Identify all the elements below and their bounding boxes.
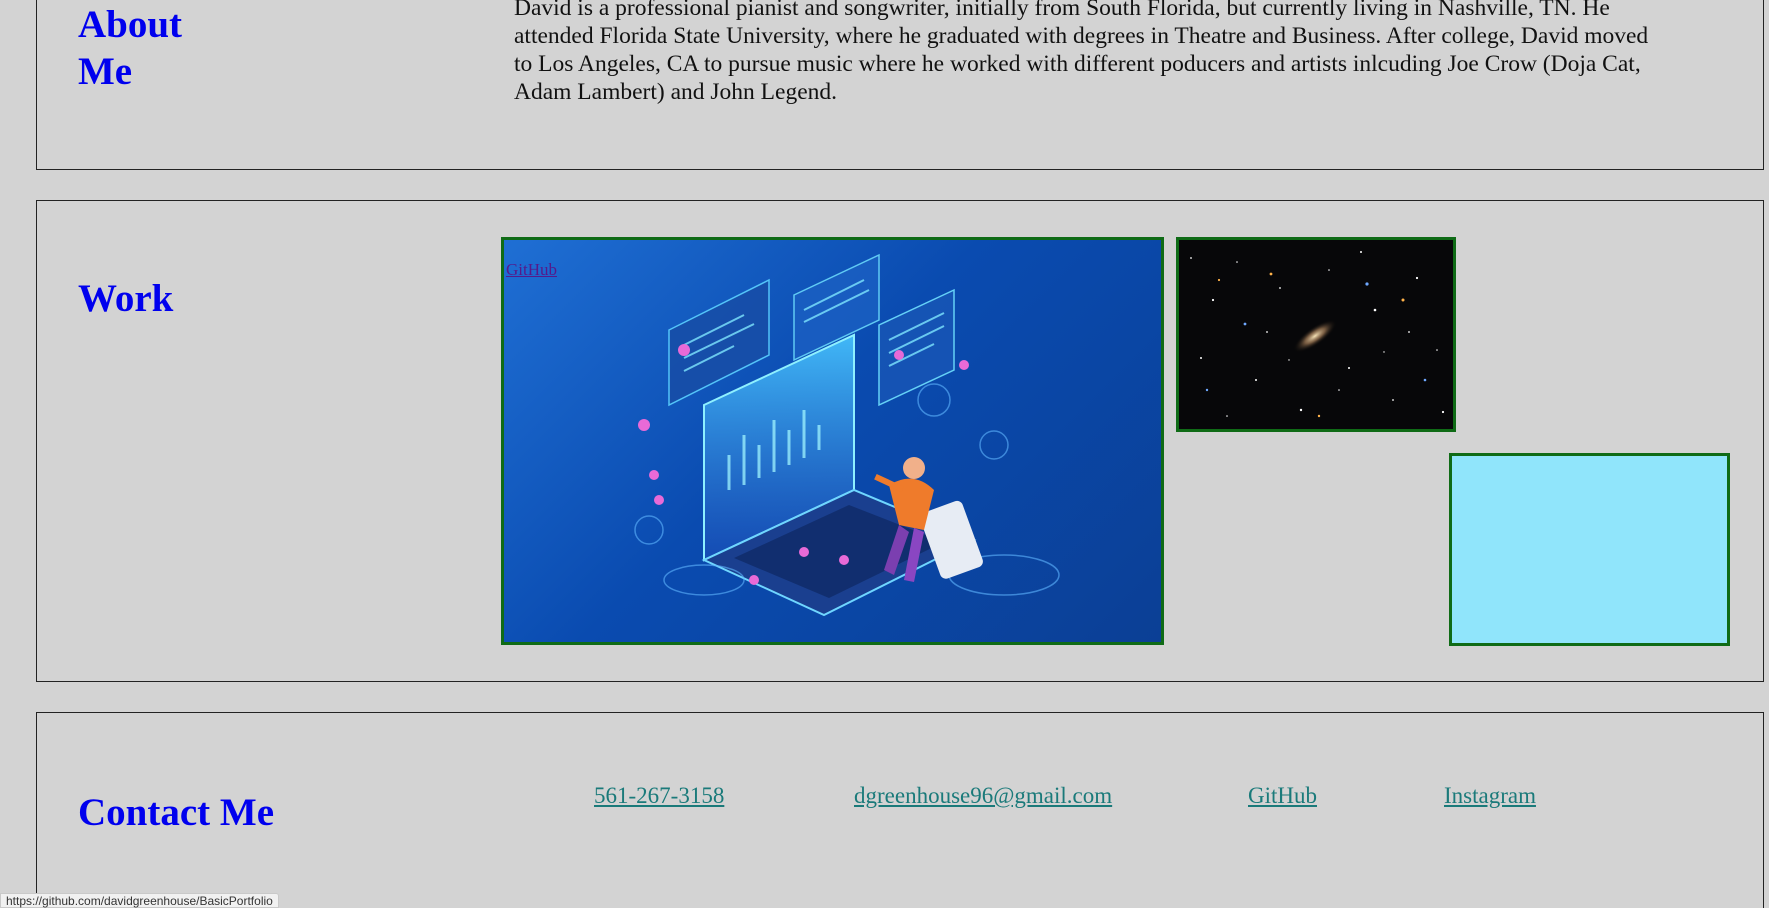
work-card-github-link[interactable]: GitHub [506, 260, 557, 280]
contact-section: Contact Me 561-267-3158 dgreenhouse96@gm… [36, 712, 1764, 908]
about-text: David is a professional pianist and song… [514, 0, 1649, 105]
work-card-github[interactable]: GitHub [501, 237, 1164, 645]
phone-link[interactable]: 561-267-3158 [594, 783, 724, 809]
developer-laptop-illustration [634, 253, 1060, 617]
work-card-blank[interactable] [1449, 453, 1730, 646]
galaxy-starfield [1179, 240, 1453, 429]
work-section: Work GitHub [36, 200, 1764, 682]
instagram-link[interactable]: Instagram [1444, 783, 1536, 809]
status-bar-url: https://github.com/davidgreenhouse/Basic… [0, 893, 279, 908]
email-link[interactable]: dgreenhouse96@gmail.com [854, 783, 1112, 809]
work-card-galaxy[interactable] [1176, 237, 1456, 432]
about-section: About Me David is a professional pianist… [36, 0, 1764, 170]
about-title: About Me [78, 3, 183, 93]
github-link[interactable]: GitHub [1248, 783, 1317, 809]
contact-title: Contact Me [78, 791, 275, 834]
work-title: Work [78, 277, 174, 320]
